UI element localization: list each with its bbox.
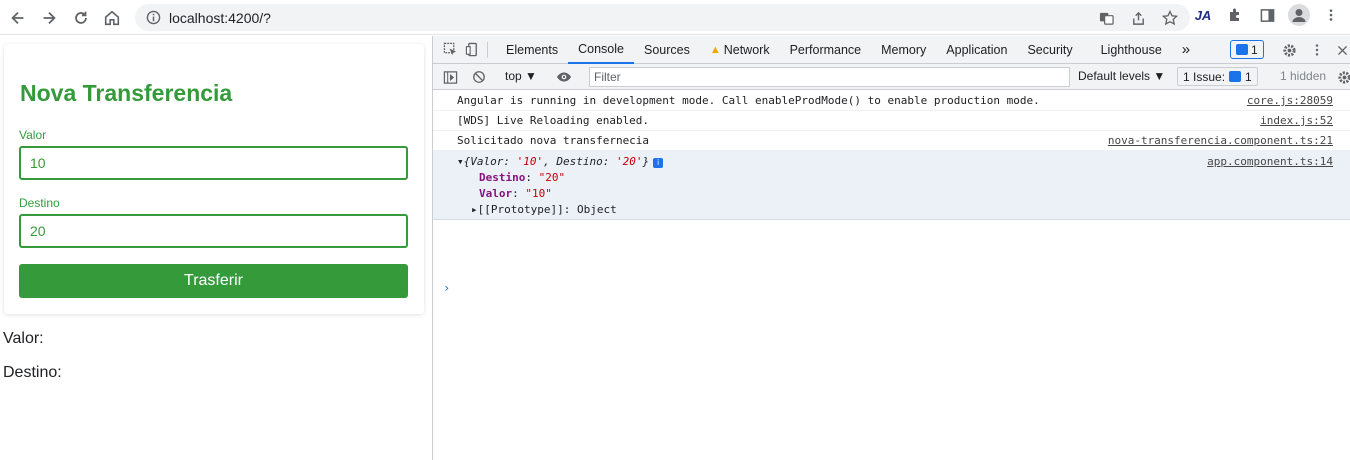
issues-label: 1 Issue: — [1183, 69, 1226, 84]
transfer-button[interactable]: Trasferir — [19, 264, 408, 298]
log-row: Angular is running in development mode. … — [433, 91, 1350, 111]
device-toolbar-icon[interactable] — [461, 39, 483, 61]
kebab-menu-icon[interactable] — [1320, 4, 1342, 26]
url-text: localhost:4200/? — [169, 9, 271, 26]
destino-label: Destino — [19, 196, 60, 210]
log-row: Solicitado nova transfernecia nova-trans… — [433, 131, 1350, 151]
devtools-menu-icon[interactable] — [1306, 39, 1328, 61]
sidebar-toggle-icon[interactable] — [439, 66, 461, 88]
console-prompt[interactable]: › — [443, 281, 450, 295]
log-message: Solicitado nova transfernecia — [457, 134, 650, 147]
issue-icon — [1229, 71, 1242, 82]
hidden-count: 1 hidden — [1280, 69, 1327, 83]
prototype-label: [[Prototype]]: Object — [477, 203, 617, 216]
profile-avatar-icon[interactable] — [1288, 4, 1310, 26]
log-message: [WDS] Live Reloading enabled. — [457, 114, 650, 127]
clear-console-icon[interactable] — [468, 66, 490, 88]
expand-triangle-icon[interactable]: ▸ — [471, 203, 478, 216]
settings-gear-icon[interactable] — [1278, 39, 1300, 61]
puzzle-extensions-icon[interactable] — [1224, 4, 1246, 26]
messages-count: 1 — [1251, 42, 1258, 57]
warning-icon: ▲ — [709, 43, 721, 56]
page-viewport: Nova Transferencia Valor 10 Destino 20 T… — [0, 36, 432, 460]
object-property: Destino: "20" — [479, 171, 566, 184]
console-toolbar: top ▼ Filter Default levels ▼ 1 Issue: 1 … — [433, 64, 1350, 90]
tab-sources[interactable]: Sources — [634, 36, 700, 64]
devtools-tab-bar: Elements Console Sources ▲ Network Perfor… — [433, 36, 1350, 64]
tab-performance[interactable]: Performance — [780, 36, 872, 64]
ja-extension-icon[interactable]: JA — [1192, 4, 1214, 26]
log-source-link[interactable]: core.js:28059 — [1247, 94, 1333, 107]
side-panel-icon[interactable] — [1256, 4, 1278, 26]
filter-input[interactable]: Filter — [589, 67, 1070, 87]
output-destino: Destino: — [3, 364, 62, 381]
message-icon — [1236, 44, 1248, 55]
log-levels-dropdown[interactable]: Default levels ▼ — [1078, 69, 1165, 83]
home-icon[interactable] — [96, 2, 128, 34]
site-info-icon[interactable] — [145, 10, 161, 26]
tab-application[interactable]: Application — [936, 36, 1017, 64]
log-source-link[interactable]: app.component.ts:14 — [1207, 155, 1333, 168]
share-icon[interactable] — [1128, 8, 1148, 28]
console-output: Angular is running in development mode. … — [433, 91, 1350, 295]
tab-memory[interactable]: Memory — [871, 36, 936, 64]
transfer-card: Nova Transferencia Valor 10 Destino 20 T… — [4, 44, 424, 314]
tab-security[interactable]: Security — [1017, 36, 1082, 64]
destino-input[interactable]: 20 — [19, 214, 408, 248]
valor-label: Valor — [19, 128, 47, 142]
address-bar[interactable]: localhost:4200/? — [135, 4, 1190, 31]
tab-elements[interactable]: Elements — [496, 36, 568, 64]
issues-count: 1 — [1245, 69, 1252, 84]
devtools-panel: Elements Console Sources ▲ Network Perfor… — [432, 36, 1350, 460]
translate-icon[interactable] — [1096, 8, 1116, 28]
console-settings-icon[interactable] — [1333, 66, 1350, 88]
issues-button[interactable]: 1 Issue: 1 — [1177, 67, 1258, 86]
valor-input[interactable]: 10 — [19, 146, 408, 180]
more-tabs-icon[interactable]: » — [1172, 36, 1200, 64]
divider — [487, 41, 488, 58]
omnibox-actions — [1096, 8, 1180, 28]
tab-console[interactable]: Console — [568, 36, 634, 64]
tab-lighthouse[interactable]: Lighthouse — [1083, 36, 1172, 64]
object-property: Valor: "10" — [479, 187, 552, 200]
close-icon[interactable] — [1331, 39, 1350, 61]
messages-badge[interactable]: 1 — [1230, 40, 1264, 59]
reload-icon[interactable] — [65, 2, 97, 34]
inspect-element-icon[interactable] — [439, 39, 461, 61]
tab-network-label: Network — [723, 42, 770, 57]
log-message: Angular is running in development mode. … — [457, 94, 1040, 107]
prototype-row[interactable]: ▸[[Prototype]]: Object — [471, 203, 617, 216]
log-source-link[interactable]: index.js:52 — [1260, 114, 1333, 127]
context-selector[interactable]: top ▼ — [505, 69, 537, 83]
back-arrow-icon[interactable] — [2, 2, 34, 34]
log-row: [WDS] Live Reloading enabled. index.js:5… — [433, 111, 1350, 131]
bookmark-star-icon[interactable] — [1160, 8, 1180, 28]
collapse-triangle-icon[interactable]: ▾ — [457, 155, 464, 168]
browser-toolbar: localhost:4200/? JA — [0, 0, 1350, 35]
extensions-bar: JA — [1192, 4, 1350, 26]
tab-network[interactable]: ▲ Network — [700, 36, 780, 64]
levels-label: Default levels — [1078, 69, 1151, 83]
forward-arrow-icon[interactable] — [33, 2, 65, 34]
object-summary[interactable]: ▾{Valor: '10', Destino: '20'} i — [457, 155, 664, 168]
context-label: top — [505, 69, 522, 83]
eye-icon[interactable] — [553, 66, 575, 88]
output-valor: Valor: — [3, 330, 44, 347]
info-icon[interactable]: i — [653, 158, 664, 168]
object-log-row: ▾{Valor: '10', Destino: '20'} i app.compo… — [433, 151, 1350, 220]
log-source-link[interactable]: nova-transferencia.component.ts:21 — [1108, 134, 1333, 147]
page-title: Nova Transferencia — [20, 80, 233, 106]
